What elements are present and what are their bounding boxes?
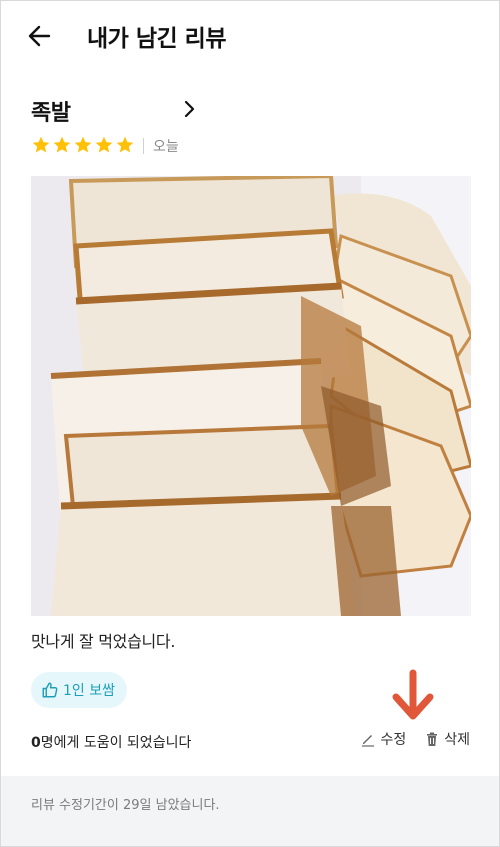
helpful-count: 0 [31, 735, 41, 751]
rating-row: 오늘 [31, 135, 231, 159]
edit-period-notice: 리뷰 수정기간이 29일 남았습니다. [1, 776, 499, 846]
star-icon [74, 136, 92, 153]
chevron-right-icon [184, 100, 195, 118]
edit-button[interactable]: 수정 [360, 729, 406, 749]
star-icon [53, 136, 71, 153]
recommended-menu-chip[interactable]: 1인 보쌈 [31, 672, 127, 708]
app-header: 내가 남긴 리뷰 [1, 1, 499, 71]
star-icon [116, 136, 134, 153]
edit-period-text: 리뷰 수정기간이 29일 남았습니다. [31, 798, 220, 813]
helpful-count-text: 0명에게 도움이 되었습니다 [31, 732, 191, 752]
review-screen: 내가 남긴 리뷰 족발 오늘 맛나게 잘 먹었습니다. 1인 보쌈 0명에게 도… [0, 0, 500, 847]
store-name: 족발 [31, 101, 71, 126]
review-actions: 수정 삭제 [360, 729, 470, 749]
delete-button[interactable]: 삭제 [424, 729, 470, 749]
review-text: 맛나게 잘 먹었습니다. [31, 632, 176, 651]
edit-label: 수정 [380, 732, 407, 748]
review-photo[interactable] [31, 176, 471, 616]
annotation-arrow-down-icon [392, 669, 434, 720]
helpful-suffix: 명에게 도움이 되었습니다 [40, 735, 192, 751]
divider [143, 138, 144, 154]
recommended-menu-label: 1인 보쌈 [63, 683, 115, 699]
page-title: 내가 남긴 리뷰 [87, 26, 226, 52]
pencil-icon [362, 735, 375, 747]
store-link[interactable]: 족발 [31, 93, 211, 127]
star-rating [31, 135, 135, 155]
thumbs-up-icon [42, 682, 58, 698]
delete-label: 삭제 [444, 732, 470, 748]
trash-icon [427, 732, 438, 746]
review-date: 오늘 [153, 139, 179, 155]
food-photo [31, 176, 471, 616]
arrow-left-icon [28, 25, 51, 47]
star-icon [32, 136, 50, 153]
back-button[interactable] [23, 21, 57, 51]
star-icon [95, 136, 113, 153]
